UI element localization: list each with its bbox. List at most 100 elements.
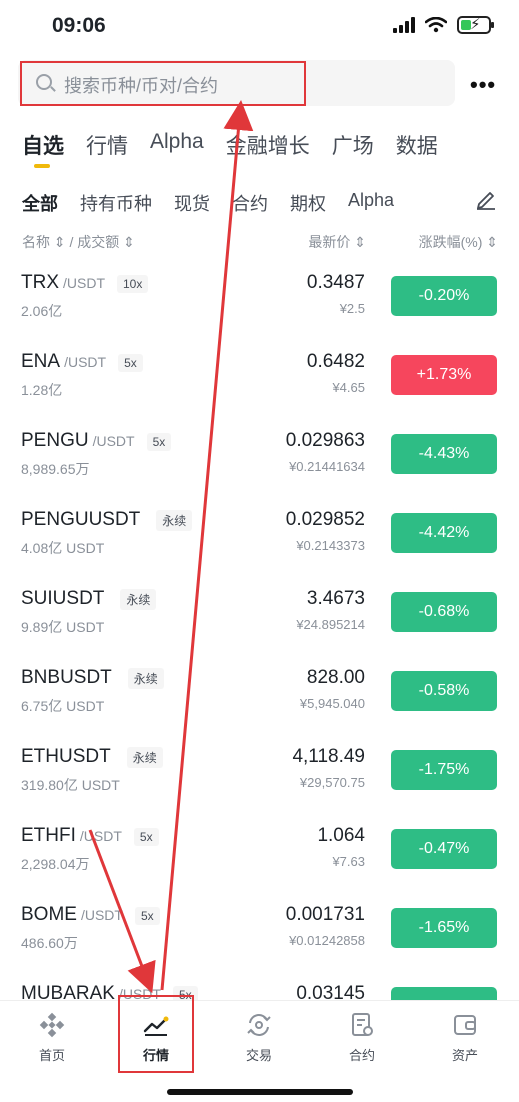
ticker-cny-price: ¥0.21441634 — [289, 459, 365, 474]
ticker-base: ENA — [21, 351, 61, 372]
tab-bar-home-label: 首页 — [38, 1048, 65, 1063]
ticker-volume: 319.80亿 USDT — [21, 777, 120, 793]
tab-alpha[interactable]: Alpha — [150, 130, 204, 170]
ticker-change-badge[interactable] — [391, 987, 497, 1000]
tab-bar-home[interactable]: 首页 — [17, 1011, 87, 1064]
ticker-row[interactable]: ETHFI /USDT 5x 2,298.04万 1.064 ¥7.63 -0.… — [0, 815, 519, 894]
ticker-price: 828.00 — [306, 667, 365, 688]
tab-bar-futures-label: 合约 — [348, 1048, 375, 1063]
ticker-quote: /USDT — [80, 907, 123, 923]
ticker-change-badge[interactable]: -4.43% — [391, 434, 497, 474]
ticker-price: 0.03145 — [296, 983, 365, 1000]
ticker-volume: 2.06亿 — [21, 303, 63, 319]
status-icons: ⚡ — [393, 16, 494, 34]
ticker-volume: 8,989.65万 — [21, 461, 90, 477]
ticker-cny-price: ¥4.65 — [332, 380, 365, 395]
ticker-volume: 2,298.04万 — [21, 856, 90, 872]
ticker-row[interactable]: BNBUSDT 永续 6.75亿 USDT 828.00 ¥5,945.040 … — [0, 657, 519, 736]
futures-doc-icon — [352, 1013, 373, 1036]
tab-data[interactable]: 数据 — [396, 130, 438, 170]
ticker-base: PENGUUSDT — [21, 509, 141, 530]
ticker-base: MUBARAK — [21, 983, 115, 1000]
ticker-change-badge[interactable]: -1.65% — [391, 908, 497, 948]
ticker-base: BNBUSDT — [21, 667, 112, 688]
tab-square[interactable]: 广场 — [332, 130, 374, 170]
ticker-row[interactable]: MUBARAK /USDT 5x 0.03145 — [0, 973, 519, 1000]
subtab-spot[interactable]: 现货 — [174, 190, 210, 216]
more-options-icon[interactable]: ••• — [470, 72, 496, 98]
bottom-tab-bar: 首页 行情 交易 合约 资产 — [0, 995, 519, 1102]
tab-bar-trade-label: 交易 — [245, 1048, 272, 1063]
leverage-badge: 永续 — [120, 589, 157, 610]
ticker-change-badge[interactable]: +1.73% — [391, 355, 497, 395]
home-indicator — [167, 1089, 353, 1095]
binance-logo-icon — [39, 1012, 65, 1038]
ticker-change-badge[interactable]: -0.58% — [391, 671, 497, 711]
ticker-base: BOME — [21, 904, 77, 925]
ticker-price: 0.029863 — [285, 430, 365, 451]
ticker-symbol: SUIUSDT 永续 — [21, 588, 157, 610]
subtab-options[interactable]: 期权 — [290, 190, 326, 216]
ticker-symbol: TRX /USDT 10x — [21, 272, 149, 294]
ticker-row[interactable]: ETHUSDT 永续 319.80亿 USDT 4,118.49 ¥29,570… — [0, 736, 519, 815]
ticker-volume: 1.28亿 — [21, 382, 63, 398]
ticker-base: ETHUSDT — [21, 746, 111, 767]
tab-bar-assets-label: 资产 — [451, 1048, 478, 1063]
trade-swap-icon — [247, 1014, 271, 1036]
tab-favorites[interactable]: 自选 — [22, 130, 64, 170]
ticker-base: SUIUSDT — [21, 588, 105, 609]
ticker-row[interactable]: TRX /USDT 10x 2.06亿 0.3487 ¥2.5 -0.20% — [0, 262, 519, 341]
tab-market[interactable]: 行情 — [86, 130, 128, 170]
sort-change[interactable]: 涨跌幅(%) ⇕ — [419, 232, 498, 252]
ticker-price: 1.064 — [317, 825, 365, 846]
leverage-badge: 永续 — [126, 747, 163, 768]
ticker-symbol: ETHFI /USDT 5x — [21, 825, 159, 847]
ticker-row[interactable]: PENGU /USDT 5x 8,989.65万 0.029863 ¥0.214… — [0, 420, 519, 499]
ticker-cny-price: ¥7.63 — [332, 854, 365, 869]
tab-bar-trade[interactable]: 交易 — [224, 1011, 294, 1064]
ticker-change-badge[interactable]: -0.20% — [391, 276, 497, 316]
main-tabs: 自选 行情 Alpha 金融增长 广场 数据 — [22, 130, 438, 170]
tab-bar-futures[interactable]: 合约 — [327, 1011, 397, 1064]
edit-pencil-icon[interactable] — [475, 188, 497, 210]
leverage-badge: 5x — [134, 907, 160, 925]
sort-name-volume[interactable]: 名称 ⇕ / 成交额 ⇕ — [22, 232, 135, 252]
leverage-badge: 5x — [133, 828, 159, 846]
ticker-price: 4,118.49 — [292, 746, 365, 767]
ticker-quote: /USDT — [64, 354, 107, 370]
market-tab-annotation-box — [118, 995, 194, 1073]
ticker-volume: 9.89亿 USDT — [21, 619, 105, 635]
ticker-cny-price: ¥0.01242858 — [289, 933, 365, 948]
ticker-quote: /USDT — [92, 433, 135, 449]
ticker-row[interactable]: SUIUSDT 永续 9.89亿 USDT 3.4673 ¥24.895214 … — [0, 578, 519, 657]
ticker-cny-price: ¥24.895214 — [296, 617, 365, 632]
ticker-row[interactable]: PENGUUSDT 永续 4.08亿 USDT 0.029852 ¥0.2143… — [0, 499, 519, 578]
subtab-all[interactable]: 全部 — [22, 190, 58, 216]
ticker-quote: /USDT — [63, 275, 105, 291]
ticker-symbol: PENGUUSDT 永续 — [21, 509, 193, 531]
subtab-futures[interactable]: 合约 — [232, 190, 268, 216]
ticker-change-badge[interactable]: -0.47% — [391, 829, 497, 869]
ticker-symbol: BNBUSDT 永续 — [21, 667, 164, 689]
ticker-cny-price: ¥5,945.040 — [299, 696, 365, 711]
leverage-badge: 5x — [118, 354, 143, 372]
tab-finance-growth[interactable]: 金融增长 — [226, 130, 310, 170]
subtab-holdings[interactable]: 持有币种 — [80, 190, 152, 216]
ticker-cny-price: ¥0.2143373 — [296, 538, 365, 553]
ticker-change-badge[interactable]: -0.68% — [391, 592, 497, 632]
sort-price[interactable]: 最新价 ⇕ — [308, 232, 366, 252]
status-time: 09:06 — [52, 14, 106, 37]
ticker-row[interactable]: ENA /USDT 5x 1.28亿 0.6482 ¥4.65 +1.73% — [0, 341, 519, 420]
subtab-alpha[interactable]: Alpha — [348, 190, 394, 216]
wifi-icon — [425, 17, 447, 33]
ticker-change-badge[interactable]: -4.42% — [391, 513, 497, 553]
leverage-badge: 永续 — [127, 668, 164, 689]
ticker-row[interactable]: BOME /USDT 5x 486.60万 0.001731 ¥0.012428… — [0, 894, 519, 973]
sub-tabs: 全部 持有币种 现货 合约 期权 Alpha — [22, 190, 394, 216]
search-row: 搜索币种/币对/合约 ••• — [18, 60, 502, 106]
tab-bar-assets[interactable]: 资产 — [430, 1011, 500, 1064]
leverage-badge: 5x — [146, 433, 172, 451]
ticker-cny-price: ¥2.5 — [339, 301, 365, 316]
leverage-badge: 永续 — [156, 510, 193, 531]
ticker-change-badge[interactable]: -1.75% — [391, 750, 497, 790]
